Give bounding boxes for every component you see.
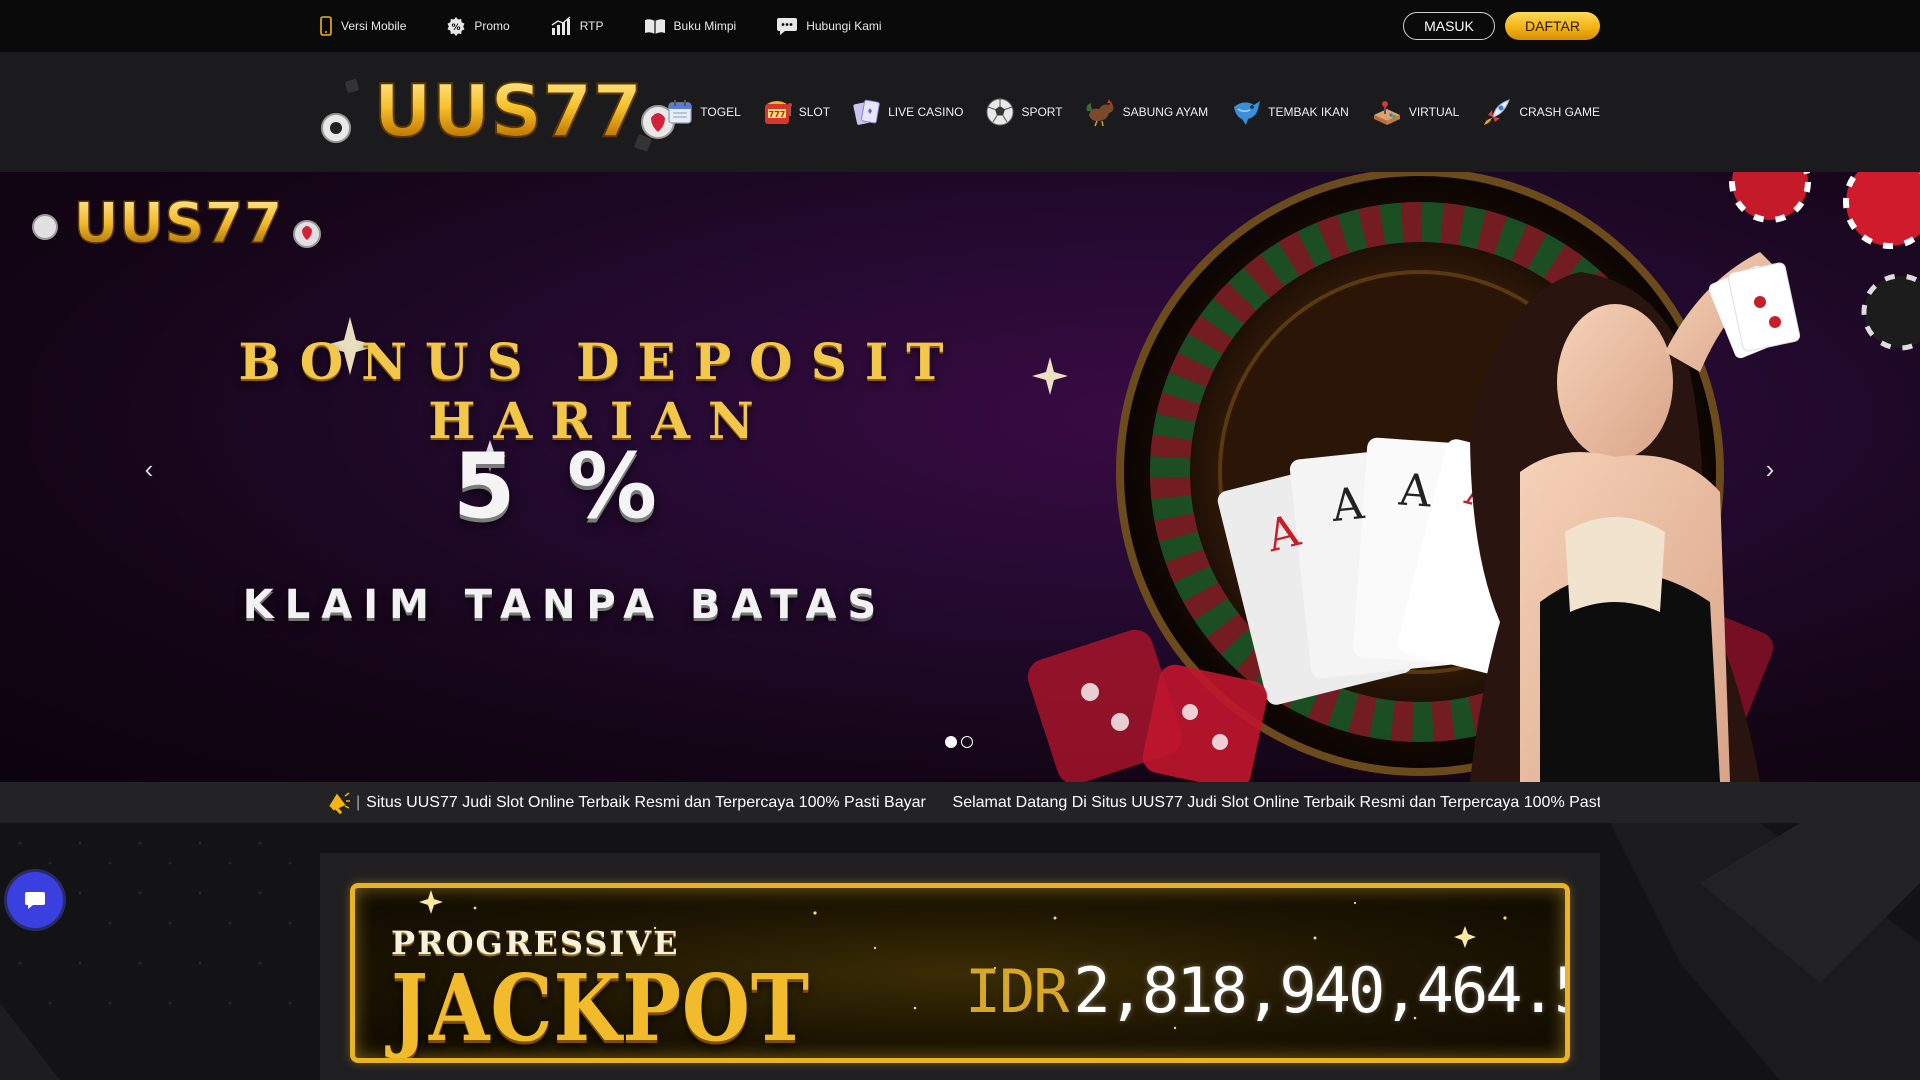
carousel-prev-button[interactable]: ‹ bbox=[134, 454, 164, 484]
fish-icon bbox=[1234, 101, 1261, 125]
nav-item-sport[interactable]: SPORT bbox=[985, 97, 1063, 127]
nav-label: TOGEL bbox=[700, 105, 741, 119]
mobile-icon bbox=[320, 16, 332, 36]
top-link-mobile[interactable]: Versi Mobile bbox=[319, 16, 406, 36]
register-button[interactable]: DAFTAR bbox=[1505, 12, 1600, 40]
login-button[interactable]: MASUK bbox=[1403, 12, 1495, 40]
nav-item-live-casino[interactable]: LIVE CASINO bbox=[852, 97, 963, 127]
nav-label: SABUNG AYAM bbox=[1122, 105, 1209, 119]
main-header: UUS77 TOGEL 777 SLOT LIVE CASINO SPORT S… bbox=[0, 52, 1920, 172]
banner-percent: 5 % bbox=[452, 434, 668, 539]
announcement-inner: | Situs UUS77 Judi Slot Online Terbaik R… bbox=[320, 782, 1600, 823]
jackpot-value: 2,818,940,464.59 bbox=[1073, 954, 1570, 1027]
jackpot-title-big: JACKPOT bbox=[391, 954, 810, 1062]
jackpot-amount: IDR 2,818,940,464.59 bbox=[965, 954, 1570, 1027]
carousel-dot-1[interactable] bbox=[945, 736, 957, 748]
banner-logo-text: UUS77 bbox=[73, 191, 282, 256]
nav-label: LIVE CASINO bbox=[888, 105, 964, 119]
promo-banner[interactable]: A A A A UUS77 BONUS DEPOSIT HARIAN 5 bbox=[0, 172, 1920, 782]
megaphone-icon bbox=[320, 790, 356, 816]
nav-item-slot[interactable]: 777 SLOT bbox=[763, 98, 830, 126]
top-link-label: Buku Mimpi bbox=[673, 19, 737, 33]
rtp-chart-icon bbox=[551, 16, 571, 35]
nav-item-sabung-ayam[interactable]: SABUNG AYAM bbox=[1085, 97, 1209, 127]
calendar-icon bbox=[668, 100, 692, 124]
svg-text:A: A bbox=[1328, 478, 1367, 532]
nav-label: VIRTUAL bbox=[1408, 105, 1460, 119]
banner-headline: BONUS DEPOSIT HARIAN bbox=[238, 332, 962, 450]
auth-buttons: MASUK DAFTAR bbox=[1403, 12, 1600, 40]
main-nav: TOGEL 777 SLOT LIVE CASINO SPORT SABUNG … bbox=[666, 52, 1600, 172]
top-link-rtp[interactable]: RTP bbox=[550, 16, 604, 36]
svg-text:%: % bbox=[452, 23, 461, 33]
slot-machine-icon: 777 bbox=[764, 101, 792, 124]
banner-artwork: A A A A UUS77 bbox=[32, 172, 1920, 782]
top-link-hubungi[interactable]: Hubungi Kami bbox=[776, 16, 882, 36]
rooster-icon bbox=[1086, 99, 1114, 127]
carousel-dot-2[interactable] bbox=[961, 736, 973, 748]
nav-item-tembak-ikan[interactable]: TEMBAK IKAN bbox=[1230, 97, 1349, 127]
book-icon bbox=[644, 19, 665, 34]
floating-chat-button[interactable] bbox=[7, 872, 63, 928]
top-link-label: RTP bbox=[579, 19, 604, 33]
progressive-jackpot: PROGRESSIVE JACKPOT IDR 2,818,940,464.59 bbox=[350, 883, 1570, 1063]
soccer-ball-icon bbox=[986, 98, 1014, 126]
carousel-indicators bbox=[945, 736, 973, 748]
chat-bubble-icon bbox=[25, 892, 45, 909]
chevron-left-icon: ‹ bbox=[144, 453, 154, 484]
svg-text:777: 777 bbox=[768, 110, 785, 119]
promo-icon: % bbox=[447, 17, 465, 36]
banner-subline: KLAIM TANPA BATAS bbox=[242, 582, 888, 628]
cards-icon bbox=[853, 99, 880, 125]
arcade-icon bbox=[1373, 101, 1400, 125]
chevron-right-icon: › bbox=[1765, 453, 1775, 484]
top-link-buku-mimpi[interactable]: Buku Mimpi bbox=[644, 17, 737, 35]
carousel-next-button[interactable]: › bbox=[1755, 454, 1785, 484]
jackpot-currency: IDR bbox=[965, 957, 1069, 1027]
marquee-separator: | bbox=[356, 793, 361, 811]
nav-label: CRASH GAME bbox=[1519, 105, 1600, 119]
nav-item-togel[interactable]: TOGEL bbox=[666, 98, 741, 126]
top-link-label: Hubungi Kami bbox=[806, 19, 882, 33]
logo-text: UUS77 bbox=[374, 70, 643, 153]
nav-item-virtual[interactable]: VIRTUAL bbox=[1371, 97, 1459, 127]
nav-label: SPORT bbox=[1021, 105, 1063, 119]
announcement-text: Situs UUS77 Judi Slot Online Terbaik Res… bbox=[366, 793, 1600, 811]
top-bar: Versi Mobile % Promo RTP Buku Mimpi Hubu… bbox=[0, 0, 1920, 52]
site-logo[interactable]: UUS77 bbox=[318, 70, 698, 156]
top-links: Versi Mobile % Promo RTP Buku Mimpi Hubu… bbox=[319, 0, 882, 52]
nav-label: TEMBAK IKAN bbox=[1268, 105, 1349, 119]
top-link-label: Promo bbox=[474, 19, 510, 33]
chat-icon bbox=[777, 18, 798, 35]
svg-text:A: A bbox=[1396, 464, 1433, 517]
top-link-promo[interactable]: % Promo bbox=[446, 16, 510, 36]
nav-label: SLOT bbox=[798, 105, 831, 119]
top-link-label: Versi Mobile bbox=[341, 19, 407, 33]
announcement-bar: | Situs UUS77 Judi Slot Online Terbaik R… bbox=[0, 782, 1920, 823]
nav-item-crash-game[interactable]: CRASH GAME bbox=[1481, 97, 1600, 127]
rocket-icon bbox=[1484, 99, 1511, 125]
